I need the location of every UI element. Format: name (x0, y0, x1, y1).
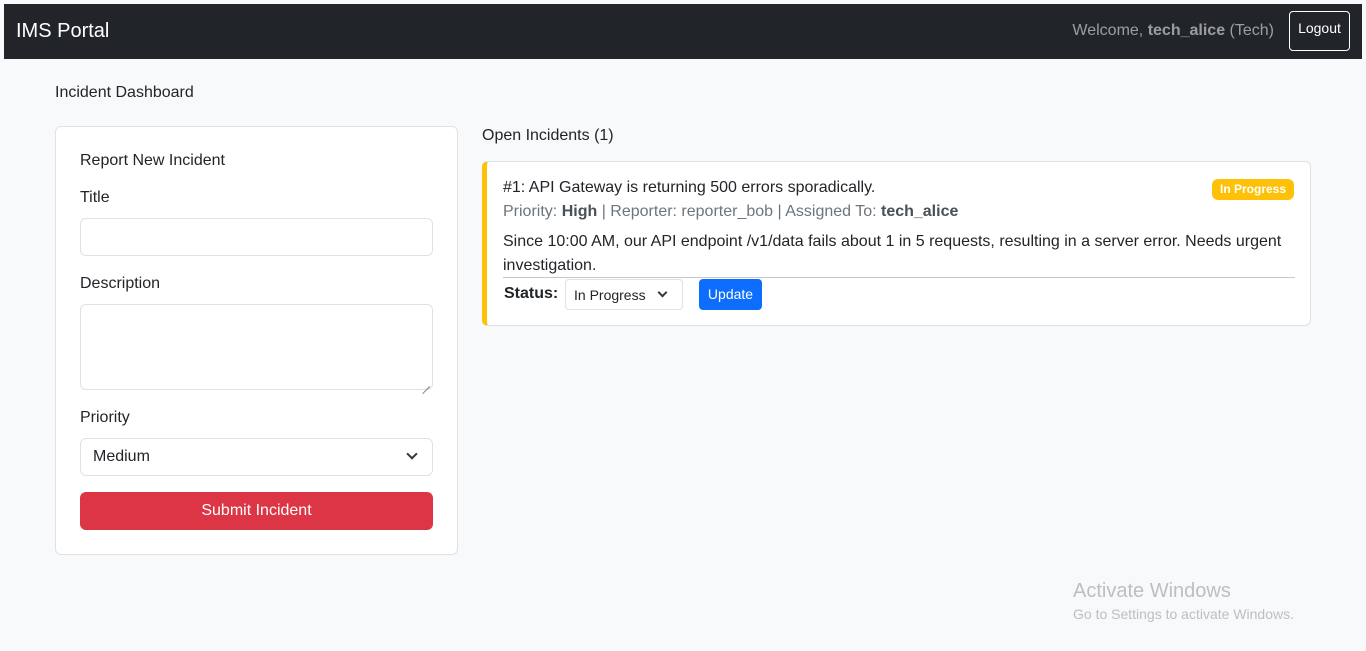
priority-select-value: Medium (93, 448, 150, 465)
welcome-username: tech_alice (1147, 22, 1226, 39)
report-form-heading: Report New Incident (80, 152, 225, 169)
status-label: Status: (504, 285, 559, 302)
title-label: Title (80, 189, 110, 206)
chevron-down-icon (657, 287, 668, 298)
incident-title: #1: API Gateway is returning 500 errors … (503, 179, 876, 196)
welcome-text: Welcome, tech_alice (Tech) (1072, 22, 1274, 40)
activate-windows-subtitle: Go to Settings to activate Windows. (1073, 606, 1294, 622)
activate-windows-watermark: Activate Windows Go to Settings to activ… (1073, 580, 1294, 622)
status-select-value: In Progress (574, 287, 646, 303)
reporter-meta: | Reporter: reporter_bob | Assigned To: (601, 203, 877, 220)
welcome-role: (Tech) (1229, 22, 1274, 39)
activate-windows-title: Activate Windows (1073, 580, 1231, 602)
incident-description: Since 10:00 AM, our API endpoint /v1/dat… (503, 233, 1282, 274)
description-textarea[interactable] (80, 304, 433, 390)
app-frame: IMS Portal Welcome, tech_alice (Tech) Lo… (4, 4, 1362, 651)
priority-meta-value: High (561, 203, 598, 220)
logout-button[interactable]: Logout (1289, 11, 1350, 51)
incident-card: #1: API Gateway is returning 500 errors … (482, 161, 1311, 326)
brand-title[interactable]: IMS Portal (16, 20, 109, 43)
priority-meta-label: Priority: (503, 203, 558, 220)
chevron-down-icon (406, 448, 418, 460)
divider (503, 277, 1295, 278)
resize-grip-icon[interactable] (422, 379, 430, 387)
open-incidents-heading: Open Incidents (1) (482, 127, 614, 144)
priority-label: Priority (80, 409, 130, 426)
submit-incident-button[interactable]: Submit Incident (80, 492, 433, 530)
status-badge: In Progress (1212, 179, 1295, 200)
description-label: Description (80, 275, 161, 292)
welcome-prefix: Welcome, (1072, 22, 1144, 39)
update-button[interactable]: Update (699, 279, 762, 310)
status-select[interactable]: In Progress (565, 279, 683, 310)
assigned-meta-value: tech_alice (880, 203, 959, 220)
navbar: IMS Portal Welcome, tech_alice (Tech) Lo… (4, 4, 1362, 59)
incident-meta: Priority: High | Reporter: reporter_bob … (503, 203, 958, 221)
report-incident-card: Report New Incident Title Description Pr… (55, 126, 458, 555)
priority-select[interactable]: Medium (80, 438, 433, 476)
title-input[interactable] (80, 218, 433, 256)
page-title: Incident Dashboard (55, 84, 194, 101)
